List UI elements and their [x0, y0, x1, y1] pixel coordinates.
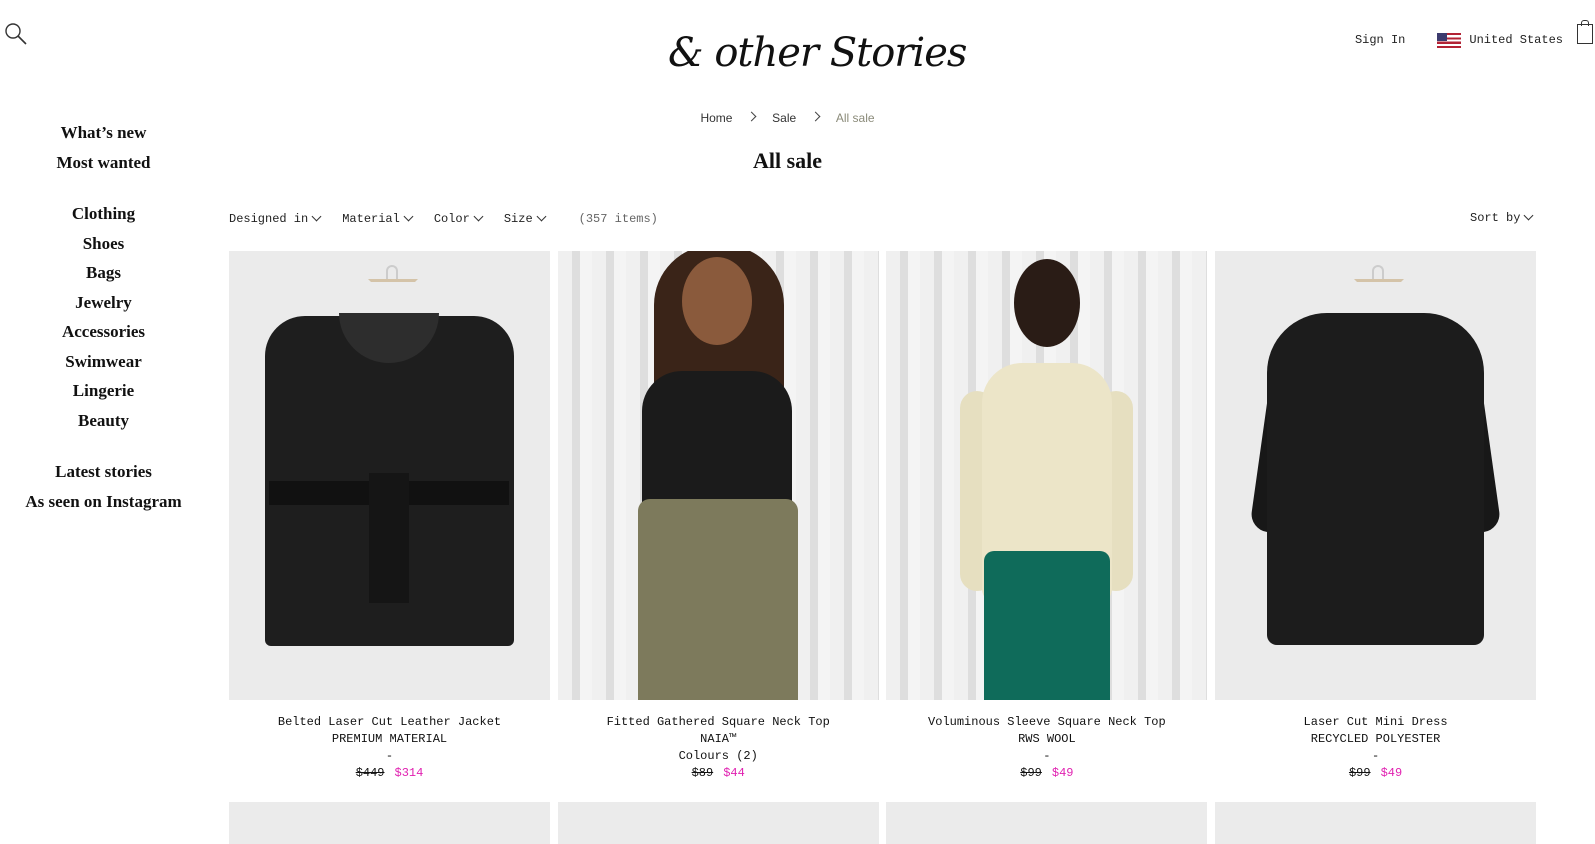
- page-title: All sale: [752, 148, 823, 173]
- filter-label: Designed in: [229, 212, 309, 226]
- product-image[interactable]: [886, 802, 1208, 844]
- product-image[interactable]: [1215, 251, 1537, 700]
- search-icon: [5, 23, 27, 45]
- chevron-down-icon: [473, 211, 484, 221]
- product-price: $89 $44: [558, 765, 879, 782]
- product-card[interactable]: Voluminous Sleeve Square Neck Top RWS WO…: [886, 251, 1208, 782]
- price-sale: $314: [394, 766, 424, 780]
- price-original: $99: [1348, 766, 1371, 780]
- product-card[interactable]: Fitted Gathered Square Neck Top NAIA™ Co…: [557, 251, 879, 782]
- chevron-down-icon: [536, 211, 547, 221]
- product-image[interactable]: [229, 802, 550, 844]
- product-image[interactable]: [557, 251, 879, 700]
- filter-designed-in[interactable]: Designed in: [229, 211, 322, 226]
- sidebar-item-shoes[interactable]: Shoes: [0, 229, 207, 259]
- price-sale: $44: [723, 766, 745, 780]
- product-image[interactable]: [1215, 802, 1537, 844]
- search-button[interactable]: [4, 22, 28, 46]
- filter-bar: Designed in Material Color Size (357 ite…: [229, 211, 658, 226]
- price-original: $449: [355, 766, 385, 780]
- breadcrumb: Home Sale All sale: [0, 110, 1575, 125]
- sidebar-item-accessories[interactable]: Accessories: [0, 317, 207, 347]
- sidebar-item-jewelry[interactable]: Jewelry: [0, 288, 207, 318]
- item-count: (357 items): [578, 212, 658, 226]
- product-grid-row-2: [229, 802, 1537, 844]
- product-name[interactable]: Fitted Gathered Square Neck Top: [558, 714, 879, 731]
- sidebar-item-instagram[interactable]: As seen on Instagram: [0, 487, 207, 517]
- product-card[interactable]: Laser Cut Mini Dress RECYCLED POLYESTER …: [1215, 251, 1537, 782]
- product-name[interactable]: Laser Cut Mini Dress: [1215, 714, 1536, 731]
- country-selector[interactable]: United States: [1437, 32, 1563, 48]
- sort-label: Sort by: [1470, 211, 1521, 225]
- sidebar-item-swimwear[interactable]: Swimwear: [0, 347, 207, 377]
- product-extra: -: [1043, 749, 1051, 763]
- shopping-bag-icon[interactable]: [1577, 20, 1593, 44]
- site-logo[interactable]: & other Stories: [668, 30, 967, 76]
- product-price: $99 $49: [886, 765, 1207, 782]
- product-material: RWS WOOL: [1018, 732, 1076, 746]
- product-image[interactable]: [557, 802, 879, 844]
- filter-label: Color: [433, 212, 470, 226]
- sidebar-item-clothing[interactable]: Clothing: [0, 199, 207, 229]
- breadcrumb-sale[interactable]: Sale: [772, 111, 796, 125]
- product-extra: -: [1371, 749, 1380, 763]
- sidebar-nav: What’s new Most wanted Clothing Shoes Ba…: [0, 118, 207, 516]
- header-actions: Sign In United States: [1355, 20, 1595, 50]
- price-sale: $49: [1380, 766, 1403, 780]
- sidebar-item-beauty[interactable]: Beauty: [0, 406, 207, 436]
- sidebar-item-bags[interactable]: Bags: [0, 258, 207, 288]
- product-extra: -: [385, 749, 394, 763]
- product-material: PREMIUM MATERIAL: [331, 732, 448, 746]
- chevron-right-icon: [746, 111, 757, 122]
- chevron-down-icon: [311, 211, 322, 221]
- product-image[interactable]: [229, 251, 550, 700]
- filter-color[interactable]: Color: [433, 211, 484, 226]
- product-colours-link[interactable]: Colours (2): [558, 748, 879, 765]
- product-price: $99 $49: [1215, 765, 1536, 782]
- chevron-down-icon: [403, 211, 414, 221]
- price-original: $99: [1020, 766, 1042, 780]
- sidebar-item-lingerie[interactable]: Lingerie: [0, 376, 207, 406]
- breadcrumb-current: All sale: [835, 110, 875, 125]
- filter-size[interactable]: Size: [503, 211, 547, 226]
- product-grid: Belted Laser Cut Leather Jacket PREMIUM …: [229, 251, 1537, 782]
- chevron-right-icon: [810, 111, 820, 122]
- product-card[interactable]: Belted Laser Cut Leather Jacket PREMIUM …: [229, 251, 550, 782]
- filter-material[interactable]: Material: [342, 211, 414, 226]
- product-name[interactable]: Voluminous Sleeve Square Neck Top: [886, 714, 1207, 731]
- sort-by-dropdown[interactable]: Sort by: [1470, 210, 1534, 225]
- product-material: RECYCLED POLYESTER: [1310, 732, 1441, 746]
- filter-label: Size: [503, 212, 533, 226]
- product-material: NAIA™: [700, 732, 737, 746]
- filter-label: Material: [342, 212, 400, 226]
- breadcrumb-home[interactable]: Home: [700, 111, 732, 125]
- flag-us-icon: [1437, 32, 1462, 48]
- sign-in-link[interactable]: Sign In: [1355, 33, 1405, 47]
- product-price: $449 $314: [229, 765, 550, 782]
- chevron-down-icon: [1523, 210, 1534, 220]
- price-sale: $49: [1051, 766, 1074, 780]
- product-name[interactable]: Belted Laser Cut Leather Jacket: [229, 714, 550, 731]
- country-label: United States: [1469, 33, 1563, 47]
- sidebar-item-latest-stories[interactable]: Latest stories: [0, 457, 207, 487]
- price-original: $89: [691, 766, 714, 780]
- product-image[interactable]: [886, 251, 1208, 700]
